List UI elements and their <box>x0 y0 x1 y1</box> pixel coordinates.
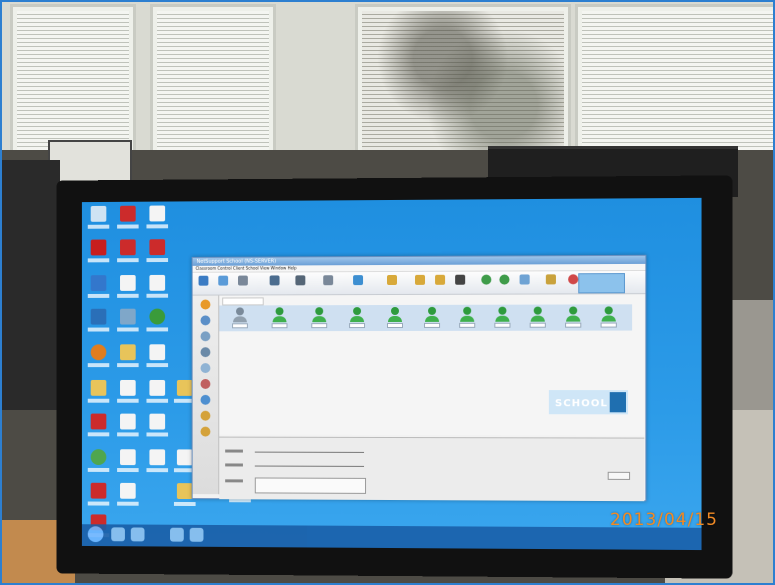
media-icon[interactable] <box>87 449 110 477</box>
desktop-screen: NetSupport School (NS-SERVER) Classroom … <box>81 197 702 551</box>
document-icon[interactable] <box>117 413 139 442</box>
side-icon[interactable] <box>200 299 211 310</box>
date-stamp: 2013/04/15 <box>610 510 718 530</box>
field-label <box>225 449 243 453</box>
field-label <box>225 479 243 483</box>
app-icon[interactable] <box>87 413 110 442</box>
folder-icon[interactable] <box>87 379 110 408</box>
client-computer[interactable] <box>231 307 249 329</box>
client-computer[interactable] <box>386 306 404 329</box>
side-panel <box>192 295 220 495</box>
document-icon[interactable] <box>146 413 169 442</box>
side-icon[interactable] <box>200 363 211 374</box>
document-icon[interactable] <box>146 449 169 477</box>
document-icon[interactable] <box>146 274 169 303</box>
side-icon[interactable] <box>200 347 211 358</box>
client-computer[interactable] <box>564 306 582 328</box>
monitor-icon[interactable] <box>455 274 466 285</box>
torrent-icon[interactable] <box>146 308 169 337</box>
client-computer[interactable] <box>529 306 547 328</box>
acrobat-icon[interactable] <box>87 239 110 268</box>
taskbar-icon[interactable] <box>170 527 184 542</box>
toolbar-button[interactable] <box>353 275 364 286</box>
app-icon[interactable] <box>117 205 139 234</box>
client-computer[interactable] <box>348 307 366 329</box>
toolbar <box>192 270 646 296</box>
logo-badge <box>609 392 626 413</box>
netsupport-window[interactable]: NetSupport School (NS-SERVER) Classroom … <box>191 254 647 502</box>
detail-field[interactable] <box>254 465 365 467</box>
globe-icon[interactable] <box>499 274 510 285</box>
unlock-icon[interactable] <box>435 274 446 285</box>
app-icon[interactable] <box>117 239 139 267</box>
folder-icon[interactable] <box>117 344 139 372</box>
toolbar-button[interactable] <box>218 275 229 286</box>
field-label <box>225 463 243 467</box>
detail-textbox[interactable] <box>254 477 367 494</box>
document-icon[interactable] <box>117 482 139 511</box>
side-icon[interactable] <box>200 331 211 342</box>
client-computer[interactable] <box>458 306 476 328</box>
taskbar-icon[interactable] <box>130 527 145 542</box>
help-icon[interactable] <box>568 274 579 285</box>
network-icon[interactable] <box>87 308 110 337</box>
client-computer[interactable] <box>600 306 618 328</box>
document-icon[interactable] <box>117 275 139 303</box>
tab-classroom[interactable] <box>222 297 264 306</box>
taskbar-icon[interactable] <box>111 527 125 542</box>
toolbar-button[interactable] <box>198 275 209 286</box>
firefox-icon[interactable] <box>87 344 110 372</box>
side-icon[interactable] <box>200 410 211 421</box>
toolbar-button[interactable] <box>295 275 306 286</box>
detail-field[interactable] <box>254 451 365 453</box>
side-icon[interactable] <box>200 426 211 437</box>
small-monitor <box>48 140 132 184</box>
image-icon[interactable] <box>117 308 139 337</box>
client-list <box>219 304 633 332</box>
client-view: SCHOOL <box>219 294 645 436</box>
toolbar-button[interactable] <box>269 275 280 286</box>
toolbar-button[interactable] <box>323 275 334 286</box>
client-computer[interactable] <box>271 307 289 329</box>
taskbar <box>81 524 702 551</box>
client-computer[interactable] <box>423 306 441 328</box>
app-icon[interactable] <box>146 239 169 267</box>
panel-button[interactable] <box>607 471 631 480</box>
left-monitor <box>0 160 60 410</box>
document-icon[interactable] <box>146 205 169 233</box>
lock-icon[interactable] <box>415 274 426 285</box>
taskbar-icon[interactable] <box>189 527 204 542</box>
recycle-bin-icon[interactable] <box>87 205 110 234</box>
toolbar-button[interactable] <box>237 275 248 286</box>
photo-scene: NetSupport School (NS-SERVER) Classroom … <box>0 0 775 585</box>
toolbar-selected-button[interactable] <box>578 273 625 294</box>
toolbar-button[interactable] <box>545 274 556 285</box>
document-icon[interactable] <box>146 344 169 372</box>
start-button[interactable] <box>87 526 104 543</box>
toolbar-button[interactable] <box>519 274 530 285</box>
logo-text: SCHOOL <box>554 398 608 410</box>
document-icon[interactable] <box>117 449 139 477</box>
program-icon[interactable] <box>87 275 110 303</box>
app-icon[interactable] <box>87 482 110 511</box>
details-panel <box>219 436 645 502</box>
netsupport-logo: SCHOOL <box>548 390 629 415</box>
toolbar-button[interactable] <box>387 274 397 286</box>
side-icon[interactable] <box>200 378 211 389</box>
document-icon[interactable] <box>146 379 169 408</box>
side-icon[interactable] <box>200 394 211 405</box>
client-computer[interactable] <box>493 306 511 328</box>
client-computer[interactable] <box>310 307 328 329</box>
document-icon[interactable] <box>117 379 139 408</box>
globe-icon[interactable] <box>481 274 492 285</box>
side-icon[interactable] <box>200 315 211 326</box>
